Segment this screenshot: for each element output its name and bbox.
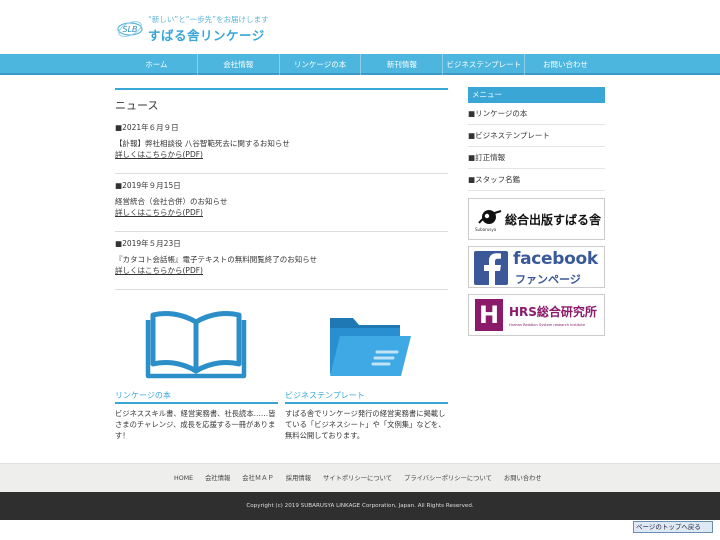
news-section: ニュース ■2021年６月９日 【訃報】弊社相談役 八谷智範死去に関するお知らせ詳… xyxy=(115,88,448,290)
banner-hrs[interactable]: H HRS総合研究所 Human Relation System researc… xyxy=(468,294,605,336)
sidebar: メニュー ■リンケージの本 ■ビジネステンプレート ■訂正情報 ■スタッフ名鑑 総合出… xyxy=(468,87,605,336)
site-logo[interactable]: SLB “新しい”と“一歩先”をお届けします すばる舎リンケージ xyxy=(116,12,276,43)
news-heading: ニュース xyxy=(115,88,448,116)
card-templates-desc: すばる舎でリンケージ発行の経営実務書に掲載している「ビジネスシート」や「文例集」… xyxy=(285,409,446,440)
folder-icon xyxy=(330,318,411,376)
banner-subarusya[interactable]: 総合出版すばる舎 Subarusya xyxy=(468,198,605,240)
footer-nav-item-4[interactable]: サイトポリシーについて xyxy=(317,464,398,493)
footer-nav-item-2[interactable]: 会社ＭＡＰ xyxy=(236,464,279,493)
card-templates[interactable]: ビジネステンプレート すばる舎でリンケージ発行の経営実務書に掲載している「ビジネ… xyxy=(285,300,448,441)
sidebar-item-2[interactable]: ■訂正情報 xyxy=(468,147,605,169)
news-list: ■2021年６月９日 【訃報】弊社相談役 八谷智範死去に関するお知らせ 詳しくはこち… xyxy=(115,116,448,290)
news-item: ■2021年６月９日【訃報】弊社相談役 八谷智範死去に関するお知らせ 詳しくはこち… xyxy=(115,116,448,174)
site-name: すばる舎リンケージ xyxy=(148,28,265,43)
news-date: ■2019年９月15日 xyxy=(115,181,181,190)
nav-item-3[interactable]: 新刊情報 xyxy=(360,54,442,75)
site-tagline: “新しい”と“一歩先”をお届けします xyxy=(148,15,269,24)
sidebar-menu: ■リンケージの本 ■ビジネステンプレート ■訂正情報 ■スタッフ名鑑 xyxy=(468,103,605,191)
news-item: ■2019年９月15日経営統合（会社合併）のお知らせ 詳しくはこちらから(PDF) xyxy=(115,174,448,232)
banner-facebook-text: facebook xyxy=(513,249,598,269)
card-books-image[interactable] xyxy=(115,300,278,388)
news-title: 【訃報】弊社相談役 八谷智範死去に関するお知らせ xyxy=(115,139,290,148)
footer-nav: HOME 会社情報 会社ＭＡＰ 採用情報 サイトポリシーについて プライバシーポリシーにつ… xyxy=(0,463,720,492)
footer-nav-item-1[interactable]: 会社情報 xyxy=(199,464,236,493)
nav-item-5[interactable]: お問い合わせ xyxy=(524,54,606,75)
nav-item-2[interactable]: リンケージの本 xyxy=(278,54,361,75)
nav-item-4[interactable]: ビジネステンプレート xyxy=(442,54,524,75)
back-to-top-button[interactable]: ページのトップへ戻る xyxy=(633,521,713,533)
sidebar-item-0[interactable]: ■リンケージの本 xyxy=(468,103,605,125)
feature-cards: リンケージの本 ビジネススキル書、経営実務書、社長読本……皆さまのチャレンジ、成… xyxy=(115,300,448,450)
news-date: ■2021年６月９日 xyxy=(115,123,179,132)
hrs-h-icon: H xyxy=(475,299,503,331)
banner-hrs-sub: Human Relation System research Institute xyxy=(509,323,586,327)
nav-item-1[interactable]: 会社情報 xyxy=(196,54,279,75)
card-books-title[interactable]: リンケージの本 xyxy=(115,390,278,404)
banner-facebook-sub: ファンページ xyxy=(515,273,581,286)
footer-nav-item-0[interactable]: HOME xyxy=(168,464,199,493)
global-nav: ホーム 会社情報 リンケージの本 新刊情報 ビジネステンプレート お問い合わせ xyxy=(0,54,720,75)
card-templates-image[interactable] xyxy=(285,300,448,388)
footer-nav-item-5[interactable]: プライバシーポリシーについて xyxy=(398,464,498,493)
sidebar-item-1[interactable]: ■ビジネステンプレート xyxy=(468,125,605,147)
news-date: ■2019年５月23日 xyxy=(115,239,181,248)
nav-item-0[interactable]: ホーム xyxy=(116,54,197,75)
news-item: ■2019年５月23日『カタコト会話帳』電子テキストの無料閲覧終了のお知らせ 詳し… xyxy=(115,232,448,290)
news-pdf-link[interactable]: 詳しくはこちらから(PDF) xyxy=(115,149,448,160)
site-header: SLB “新しい”と“一歩先”をお届けします すばる舎リンケージ xyxy=(0,0,720,54)
footer-nav-item-3[interactable]: 採用情報 xyxy=(280,464,317,493)
news-title: 経営統合（会社合併）のお知らせ xyxy=(115,197,228,206)
card-books[interactable]: リンケージの本 ビジネススキル書、経営実務書、社長読本……皆さまのチャレンジ、成… xyxy=(115,300,278,441)
logo-mark-icon: SLB xyxy=(117,21,143,37)
news-title: 『カタコト会話帳』電子テキストの無料閲覧終了のお知らせ xyxy=(115,255,318,264)
banner-facebook[interactable]: facebook ファンページ xyxy=(468,246,605,288)
open-book-icon xyxy=(145,311,247,379)
banner-hrs-text: HRS総合研究所 xyxy=(509,305,597,319)
news-pdf-link[interactable]: 詳しくはこちらから(PDF) xyxy=(115,207,448,218)
card-templates-title[interactable]: ビジネステンプレート xyxy=(285,390,448,404)
footer-nav-item-6[interactable]: お問い合わせ xyxy=(498,464,548,493)
card-books-desc: ビジネススキル書、経営実務書、社長読本……皆さまのチャレンジ、成長を応援する一冊… xyxy=(115,409,276,440)
news-pdf-link[interactable]: 詳しくはこちらから(PDF) xyxy=(115,265,448,276)
facebook-f-icon xyxy=(474,251,508,285)
banner-subarusya-text: 総合出版すばる舎 xyxy=(505,213,602,227)
copyright: Copyright (c) 2019 SUBARUSYA LINKAGE Cor… xyxy=(0,492,720,520)
svg-text:SLB: SLB xyxy=(122,25,137,34)
sidebar-heading: メニュー xyxy=(468,87,605,103)
banner-subarusya-sub: Subarusya xyxy=(475,227,497,232)
sidebar-item-3[interactable]: ■スタッフ名鑑 xyxy=(468,169,605,191)
